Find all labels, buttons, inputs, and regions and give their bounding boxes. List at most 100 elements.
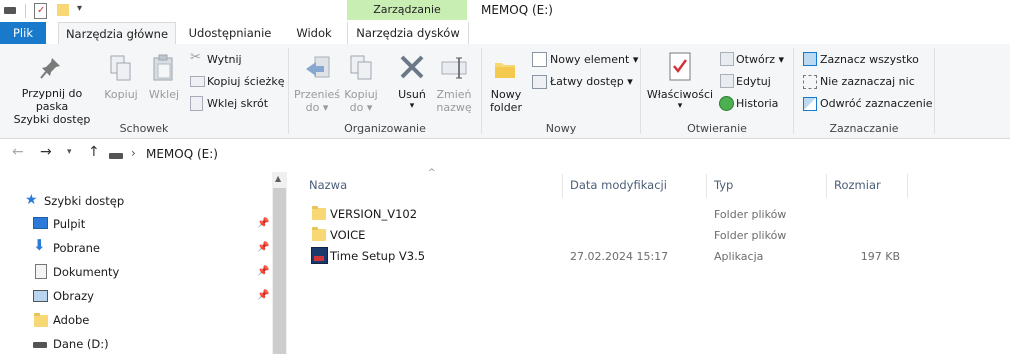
desktop-icon [33, 217, 48, 229]
paste-shortcut-button[interactable]: Wklej skrót [207, 97, 268, 110]
organize-group-label: Organizowanie [344, 122, 426, 135]
rename-button[interactable]: Zmień nazwę [432, 88, 476, 114]
file-name[interactable]: VOICE [330, 228, 365, 242]
tab-drive-tools[interactable]: Narzędzia dysków [347, 22, 469, 44]
column-divider[interactable] [907, 174, 908, 198]
copy-path-icon [190, 76, 205, 87]
column-header-type[interactable]: Typ [714, 178, 733, 192]
column-header-size[interactable]: Rozmiar [834, 178, 881, 192]
qat-separator [25, 4, 26, 18]
nav-item-desktop[interactable]: Pulpit [53, 217, 85, 231]
select-none-icon [803, 75, 817, 89]
application-icon [311, 247, 328, 264]
back-arrow-icon[interactable]: ← [12, 144, 24, 160]
file-name[interactable]: VERSION_V102 [330, 207, 417, 221]
pin-quick-access-button[interactable]: Przypnij do paska Szybki dostęp [4, 87, 100, 126]
copy-to-line2: do ▾ [349, 101, 373, 114]
move-to-button[interactable]: Przenieś do ▾ [294, 88, 340, 114]
pin-icon[interactable]: 📌 [257, 266, 269, 277]
edit-button[interactable]: Edytuj [736, 75, 771, 88]
up-arrow-icon[interactable]: ↑ [88, 144, 100, 160]
invert-selection-icon [803, 97, 817, 111]
column-divider[interactable] [706, 174, 707, 198]
nav-item-pictures[interactable]: Obrazy [53, 289, 94, 303]
tab-share[interactable]: Udostępnianie [180, 22, 280, 44]
drive-icon [33, 342, 47, 348]
open-button[interactable]: Otwórz ▾ [736, 53, 784, 66]
column-divider[interactable] [562, 174, 563, 198]
new-folder-quick-icon[interactable] [57, 4, 69, 16]
file-name[interactable]: Time Setup V3.5 [330, 249, 425, 263]
nav-scrollbar-thumb[interactable] [273, 188, 286, 354]
pictures-icon [33, 290, 48, 302]
cut-icon: ✂ [190, 50, 201, 65]
tab-file[interactable]: Plik [0, 22, 46, 44]
clipboard-group-label: Schowek [119, 122, 169, 135]
paste-button[interactable]: Wklej [146, 88, 182, 101]
open-group-label: Otwieranie [687, 122, 747, 135]
rename-line2: nazwę [436, 101, 472, 114]
documents-icon [35, 264, 47, 279]
customize-qat-icon[interactable]: ▾ [77, 3, 82, 14]
scroll-up-icon[interactable]: ▲ [275, 174, 281, 183]
column-header-name[interactable]: Nazwa [309, 178, 347, 192]
address-path[interactable]: MEMOQ (E:) [146, 147, 218, 161]
tab-home[interactable]: Narzędzia główne [58, 22, 176, 46]
nav-item-documents[interactable]: Dokumenty [53, 265, 119, 279]
nav-quick-access[interactable]: Szybki dostęp [44, 194, 124, 208]
open-icon [720, 52, 734, 66]
move-to-icon [304, 54, 332, 82]
copy-button[interactable]: Kopiuj [103, 88, 139, 101]
nav-item-adobe[interactable]: Adobe [53, 313, 89, 327]
pin-icon[interactable]: 📌 [257, 242, 269, 253]
drive-icon [4, 7, 16, 14]
move-to-line1: Przenieś [294, 88, 341, 101]
select-group-label: Zaznaczanie [829, 122, 899, 135]
address-bar[interactable] [104, 143, 1010, 167]
file-type: Folder plików [714, 229, 787, 242]
star-icon: ★ [25, 192, 38, 208]
pin-icon [40, 56, 62, 80]
nav-item-drive-d[interactable]: Dane (D:) [53, 337, 109, 351]
new-item-button[interactable]: Nowy element ▾ [550, 53, 638, 66]
new-folder-button[interactable]: Nowy folder [484, 88, 528, 114]
file-size: 197 KB [860, 250, 900, 263]
copy-path-button[interactable]: Kopiuj ścieżkę [207, 75, 284, 88]
sort-indicator-icon: ^ [428, 168, 436, 178]
select-all-button[interactable]: Zaznacz wszystko [820, 53, 919, 66]
properties-dropdown-arrow[interactable]: ▾ [672, 100, 688, 113]
new-folder-icon [494, 58, 516, 80]
file-date: 27.02.2024 15:17 [570, 250, 669, 263]
new-item-icon [532, 52, 547, 67]
downloads-icon: ⬇ [33, 236, 46, 254]
recent-locations-chevron-icon[interactable]: ▾ [67, 147, 72, 157]
cut-button[interactable]: Wytnij [207, 53, 242, 66]
history-icon [719, 96, 734, 111]
drive-icon [109, 153, 123, 159]
column-divider[interactable] [826, 174, 827, 198]
window-title: MEMOQ (E:) [481, 3, 553, 17]
context-tab-group-label: Zarządzanie [373, 3, 441, 16]
pin-icon[interactable]: 📌 [257, 290, 269, 301]
move-to-line2: do ▾ [305, 101, 329, 114]
select-none-button[interactable]: Nie zaznaczaj nic [820, 75, 915, 88]
copy-to-button[interactable]: Kopiuj do ▾ [341, 88, 381, 114]
history-button[interactable]: Historia [736, 97, 778, 110]
properties-quick-icon[interactable]: ✓ [34, 3, 47, 19]
tab-view[interactable]: Widok [284, 22, 344, 44]
new-folder-line2: folder [490, 101, 522, 114]
invert-selection-button[interactable]: Odwróć zaznaczenie [820, 97, 933, 110]
delete-dropdown-arrow[interactable]: ▾ [404, 100, 420, 113]
paste-icon [152, 54, 176, 82]
new-group-label: Nowy [545, 122, 577, 135]
nav-item-downloads[interactable]: Pobrane [53, 241, 100, 255]
file-type: Folder plików [714, 208, 787, 221]
column-header-date[interactable]: Data modyfikacji [570, 178, 667, 192]
easy-access-button[interactable]: Łatwy dostęp ▾ [550, 75, 633, 88]
properties-icon [668, 52, 692, 82]
pin-icon[interactable]: 📌 [257, 218, 269, 229]
forward-arrow-icon[interactable]: → [40, 144, 52, 160]
rename-line1: Zmień [436, 88, 472, 101]
copy-to-icon [349, 54, 375, 82]
group-separator [934, 48, 935, 134]
